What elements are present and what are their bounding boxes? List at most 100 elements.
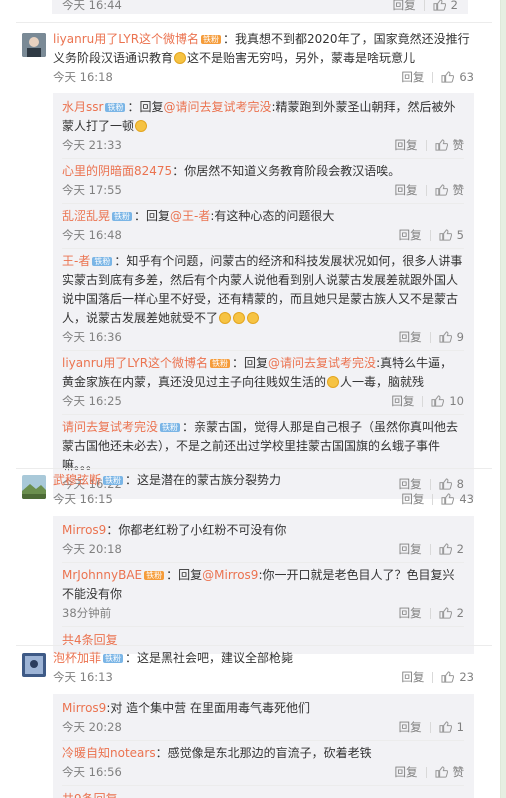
comment-time: 今天 16:18 [53,70,113,84]
divider [16,22,492,23]
username-link[interactable]: 冷暖自知notears [62,746,156,760]
thumbs-up-icon [439,331,452,343]
like-count: 43 [459,492,474,506]
reply-button[interactable]: 回复 [399,718,422,736]
like-button[interactable]: 2 [439,540,464,558]
fan-badge: 铁粉 [112,212,133,221]
thumbs-up-icon [434,139,448,151]
username-link[interactable]: liyanru用了LYR这个微博名 [62,356,208,370]
landscape-photo-icon [22,475,46,499]
comment-text-continued: 这不是贻害无穷吗，另外，蒙毒是啥玩意儿 [187,51,416,65]
like-button[interactable]: 2 [433,0,458,11]
reply-button[interactable]: 回复 [401,490,424,508]
mention-link[interactable]: @请问去复试考完没 [163,100,271,114]
username-link[interactable]: Mirros9 [62,701,106,715]
emoji-icon [174,52,187,64]
divider [432,493,434,505]
like-button[interactable]: 9 [439,328,464,346]
like-button[interactable]: 10 [431,392,464,410]
like-button[interactable]: 1 [439,718,464,736]
reply-time: 今天 20:28 [62,720,122,734]
like-button[interactable]: 2 [439,604,464,622]
fan-badge: 铁粉 [103,654,124,663]
like-button[interactable]: 43 [441,490,474,508]
avatar[interactable] [22,653,46,677]
username-link[interactable]: 王-者 [62,254,90,268]
reply-button[interactable]: 回复 [395,763,418,781]
reply-text: ：知乎有个问题，问蒙古的经济和科技发展状况如何，很多人讲事实蒙古到底有多差，然后… [62,254,463,325]
emoji-icon [233,312,246,324]
thumbs-up-icon [441,71,455,83]
emoji-icon [247,312,260,324]
username-link[interactable]: liyanru用了LYR这个微博名 [53,32,199,46]
divider [425,184,427,196]
username-link[interactable]: Mirros9 [62,523,106,537]
reply-item: 王-者 铁粉 ：知乎有个问题，问蒙古的经济和科技发展状况如何，很多人讲事实蒙古到底有… [62,249,464,350]
divider [429,331,431,343]
divider [425,139,427,151]
like-button[interactable]: 23 [441,668,474,686]
comment-feed: 今天 16:44 回复 2 liyanru用了LYR这个微博名 铁粉 ：我真想不到都… [0,0,500,798]
username-link[interactable]: 泡杯加菲 [53,651,101,665]
like-button[interactable]: 赞 [434,763,464,781]
reply-item: Mirros9：你都老红粉了小红粉不可没有你 今天 20:18 回复 2 [62,518,464,562]
reply-button[interactable]: 回复 [395,181,418,199]
like-button[interactable]: 5 [439,226,464,244]
reply-button[interactable]: 回复 [399,226,422,244]
comment-time: 今天 16:15 [53,492,113,506]
reply-button[interactable]: 回复 [395,136,418,154]
username-link[interactable]: MrJohnnyBAE [62,568,142,582]
comment-item: 泡杯加菲 铁粉 ：这是黑社会吧，建议全部枪毙 今天 16:13 回复 23 Mirr… [0,649,500,798]
fan-badge: 铁粉 [144,571,165,580]
username-link[interactable]: 乱涩乱晃 [62,209,110,223]
reply-button[interactable]: 回复 [399,540,422,558]
username-link[interactable]: 心里的阴暗面82475 [62,164,172,178]
reply-button[interactable]: 回复 [393,0,416,11]
comment-item: 武穆弦断 铁粉 ：这是潜在的蒙古族分裂势力 今天 16:15 回复 43 Mirro… [0,471,500,658]
comment-body: 泡杯加菲 铁粉 ：这是黑社会吧，建议全部枪毙 今天 16:13 回复 23 Mirr… [53,649,474,798]
reply-button[interactable]: 回复 [401,668,424,686]
more-replies-link[interactable]: 共9条回复 [62,786,464,798]
mention-link[interactable]: @Mirros9 [202,568,258,582]
reply-item: 冷暖自知notears：感觉像是东北那边的盲流子，砍着老铁 今天 16:56 回… [62,741,464,785]
avatar[interactable] [22,475,46,499]
reply-text: ：感觉像是东北那边的盲流子，砍着老铁 [155,746,372,760]
reply-text: :对 造个集中营 在里面用毒气毒死他们 [106,701,310,715]
username-link[interactable]: 请问去复试考完没 [62,420,158,434]
reply-item: 乱涩乱晃 铁粉 ：回复@王-者:有这种心态的问题很大 今天 16:48 回复 5 [62,204,464,248]
reply-item: 心里的阴暗面82475：你居然不知道义务教育阶段会教汉语唉。 今天 17:55 … [62,159,464,203]
like-button[interactable]: 赞 [434,136,464,154]
divider [432,71,434,83]
reply-time: 今天 20:18 [62,542,122,556]
reply-prefix: ：回复 [127,100,164,114]
emoji-icon [327,376,340,388]
reply-prefix: ：回复 [134,209,171,223]
username-link[interactable]: 水月ssr [62,100,103,114]
like-count: 23 [459,670,474,684]
reply-list: Mirros9:对 造个集中营 在里面用毒气毒死他们 今天 20:28 回复 1 … [53,694,474,798]
reply-text: ：你都老红粉了小红粉不可没有你 [106,523,287,537]
mention-link[interactable]: @王-者 [170,209,210,223]
reply-button[interactable]: 回复 [399,604,422,622]
reply-time: 今天 21:33 [62,138,122,152]
reply-button[interactable]: 回复 [391,392,414,410]
reply-button[interactable]: 回复 [399,328,422,346]
like-count: 10 [449,394,464,408]
divider [425,766,427,778]
reply-button[interactable]: 回复 [401,68,424,86]
mention-link[interactable]: @请问去复试考完没 [268,356,376,370]
username-link[interactable]: 武穆弦断 [53,473,101,487]
reply-item: 水月ssr 铁粉 ：回复@请问去复试考完没:精蒙跑到外蒙圣山朝拜，然后被外蒙人打了一… [62,95,464,158]
reply-list: 水月ssr 铁粉 ：回复@请问去复试考完没:精蒙跑到外蒙圣山朝拜，然后被外蒙人打了一… [53,93,474,499]
like-count: 2 [450,0,458,12]
emoji-icon [219,312,232,324]
divider [429,721,431,733]
avatar[interactable] [22,33,46,57]
reply-prefix: ：回复 [232,356,269,370]
like-button[interactable]: 赞 [434,181,464,199]
like-button[interactable]: 63 [441,68,474,86]
reply-time: 今天 16:44 [62,0,122,12]
comment-body: 武穆弦断 铁粉 ：这是潜在的蒙古族分裂势力 今天 16:15 回复 43 Mirro… [53,471,474,654]
fan-badge: 铁粉 [92,257,113,266]
reply-time: 今天 16:25 [62,394,122,408]
